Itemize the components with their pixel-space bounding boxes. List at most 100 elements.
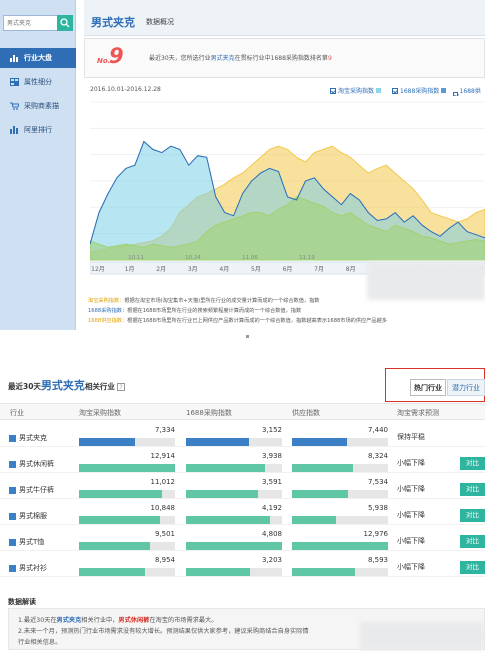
compare-button[interactable]: 对比 <box>460 535 485 548</box>
forecast-trend: 小幅下降 <box>397 485 425 493</box>
supply-index-value: 7,534 <box>367 478 388 486</box>
table-row: 男式休闲裤 12,914 3,938 8,324 小幅下降 对比 <box>0 447 485 473</box>
supply-index-value: 8,593 <box>367 556 388 564</box>
industry-name[interactable]: 男式夹克 <box>9 433 47 443</box>
section-divider <box>0 330 485 360</box>
table-row: 男式牛仔裤 11,012 3,591 7,534 小幅下降 对比 <box>0 473 485 499</box>
col-forecast: 淘宝需求预测 <box>397 409 439 417</box>
alibaba-index-bar <box>186 438 282 446</box>
compare-button[interactable]: 对比 <box>460 509 485 522</box>
alibaba-index-bar <box>186 516 282 524</box>
rank-description: 最近30天，您所选行业男式夹克在贯标行业中1688采购指数排名第9 <box>149 55 332 62</box>
chart-notes: 淘宝采购指数：根据在淘宝市场(淘宝集市+天猫)里所在行业的成交量计算而成的一个综… <box>88 296 483 326</box>
sidebar-item-ranking[interactable]: 阿里排行 <box>0 120 76 140</box>
rank-number: 9 <box>109 44 124 68</box>
x-tick-label: 7月 <box>314 266 324 273</box>
sidebar-item-label: 行业大盘 <box>24 54 52 62</box>
cart-icon <box>10 102 19 110</box>
ranking-icon <box>10 126 18 134</box>
x-tick-label: 6月 <box>283 266 293 273</box>
taobao-index-value: 10,848 <box>150 504 176 512</box>
industry-name[interactable]: 男式衬衫 <box>9 563 47 573</box>
table-row: 男式T恤 9,501 4,808 12,976 小幅下降 对比 <box>0 525 485 551</box>
alibaba-index-value: 3,591 <box>261 478 282 486</box>
alibaba-index-value: 4,192 <box>261 504 282 512</box>
taobao-index-value: 11,012 <box>150 478 176 486</box>
taobao-index-value: 7,334 <box>154 426 175 434</box>
tab-hot-industries[interactable]: 热门行业 <box>410 379 446 396</box>
checkbox-icon[interactable] <box>9 564 16 572</box>
x-sub-label: 11.19 <box>299 255 315 261</box>
help-icon[interactable]: ? <box>116 383 125 391</box>
blurred-area <box>360 622 485 650</box>
sidebar-item-attributes[interactable]: 属性细分 <box>0 72 76 92</box>
sidebar-item-label: 采购商素描 <box>24 102 59 110</box>
legend-taobao[interactable]: 淘宝采购指数 <box>330 86 382 95</box>
x-tick-label: 1月 <box>125 266 135 273</box>
alibaba-index-bar <box>186 464 282 472</box>
page-title: 男式夹克 <box>91 16 135 29</box>
x-sub-label: 10.24 <box>185 255 201 261</box>
sidebar-item-market[interactable]: 行业大盘 <box>0 48 76 68</box>
supply-index-value: 12,976 <box>363 530 389 538</box>
x-tick-label: 2月 <box>156 266 166 273</box>
taobao-index-bar <box>79 516 175 524</box>
supply-index-value: 8,324 <box>367 452 388 460</box>
taobao-index-value: 8,954 <box>154 556 175 564</box>
industry-name[interactable]: 男式牛仔裤 <box>9 485 54 495</box>
related-industries: 最近30天男式夹克相关行业? 热门行业 潜力行业 行业 淘宝采购指数 1688采… <box>0 360 485 658</box>
checkbox-icon[interactable] <box>392 87 398 94</box>
supply-index-value: 5,938 <box>367 504 388 512</box>
taobao-index-value: 12,914 <box>150 452 176 460</box>
search-icon <box>60 18 70 28</box>
forecast-trend: 小幅下降 <box>397 459 425 467</box>
forecast-trend: 保持平稳 <box>397 433 425 441</box>
page-subtitle: 数据概况 <box>146 18 174 26</box>
checkbox-icon[interactable] <box>9 538 16 546</box>
note-1688-purchase: 1688采购指数：根据在1688市场里所在行业的搜索频繁程度计算而成的一个综合数… <box>88 308 302 314</box>
alibaba-index-value: 3,152 <box>261 426 282 434</box>
supply-index-bar <box>292 542 388 550</box>
tab-potential-industries[interactable]: 潜力行业 <box>447 379 485 396</box>
x-tick-label: 8月 <box>346 266 356 273</box>
supply-index-bar <box>292 568 388 576</box>
checkbox-icon[interactable] <box>9 460 16 468</box>
industry-name[interactable]: 男式休闲裤 <box>9 459 54 469</box>
table-row: 男式衬衫 8,954 3,203 8,593 小幅下降 对比 <box>0 551 485 577</box>
col-industry: 行业 <box>10 409 24 417</box>
supply-index-value: 7,440 <box>367 426 388 434</box>
alibaba-index-value: 4,808 <box>261 530 282 538</box>
checkbox-icon[interactable] <box>9 434 16 442</box>
sidebar-item-buyers[interactable]: 采购商素描 <box>0 96 76 116</box>
x-sub-label: 10.11 <box>128 255 144 261</box>
search-box <box>3 15 73 31</box>
supply-index-bar <box>292 516 388 524</box>
forecast-trend: 小幅下降 <box>397 563 425 571</box>
compare-button[interactable]: 对比 <box>460 561 485 574</box>
supply-index-bar <box>292 464 388 472</box>
taobao-index-bar <box>79 542 175 550</box>
sidebar-item-label: 属性细分 <box>24 78 52 86</box>
checkbox-icon[interactable] <box>9 486 16 494</box>
checkbox-icon[interactable] <box>330 87 336 94</box>
industry-name[interactable]: 男式T恤 <box>9 537 44 547</box>
alibaba-index-bar <box>186 542 282 550</box>
related-title: 最近30天男式夹克相关行业? <box>8 377 125 393</box>
area-chart: 12月1月2月3月4月5月6月7月8月9月10月11月12月10.1110.24… <box>90 96 485 282</box>
compare-button[interactable]: 对比 <box>460 457 485 470</box>
sidebar-item-label: 阿里排行 <box>24 126 52 134</box>
compare-button[interactable]: 对比 <box>460 483 485 496</box>
legend-1688-purchase[interactable]: 1688采购指数 <box>392 86 447 95</box>
col-supply: 供应指数 <box>292 409 320 417</box>
bar-chart-icon <box>10 55 18 62</box>
overview-panel: 男式夹克 数据概况 No. 9 最近30天，您所选行业男式夹克在贯标行业中168… <box>84 0 485 330</box>
date-range: 2016.10.01-2016.12.28 <box>90 86 161 93</box>
industry-name[interactable]: 男式棉服 <box>9 511 47 521</box>
search-button[interactable] <box>57 15 73 31</box>
checkbox-icon[interactable] <box>9 512 16 520</box>
x-tick-label: 4月 <box>219 266 229 273</box>
note-1688-supply: 1688供应指数：根据在1688市场里所在行业已上网供应产品数计算而成的一个综合… <box>88 318 387 324</box>
col-taobao: 淘宝采购指数 <box>79 409 121 417</box>
alibaba-index-value: 3,938 <box>261 452 282 460</box>
search-input[interactable] <box>4 16 58 30</box>
